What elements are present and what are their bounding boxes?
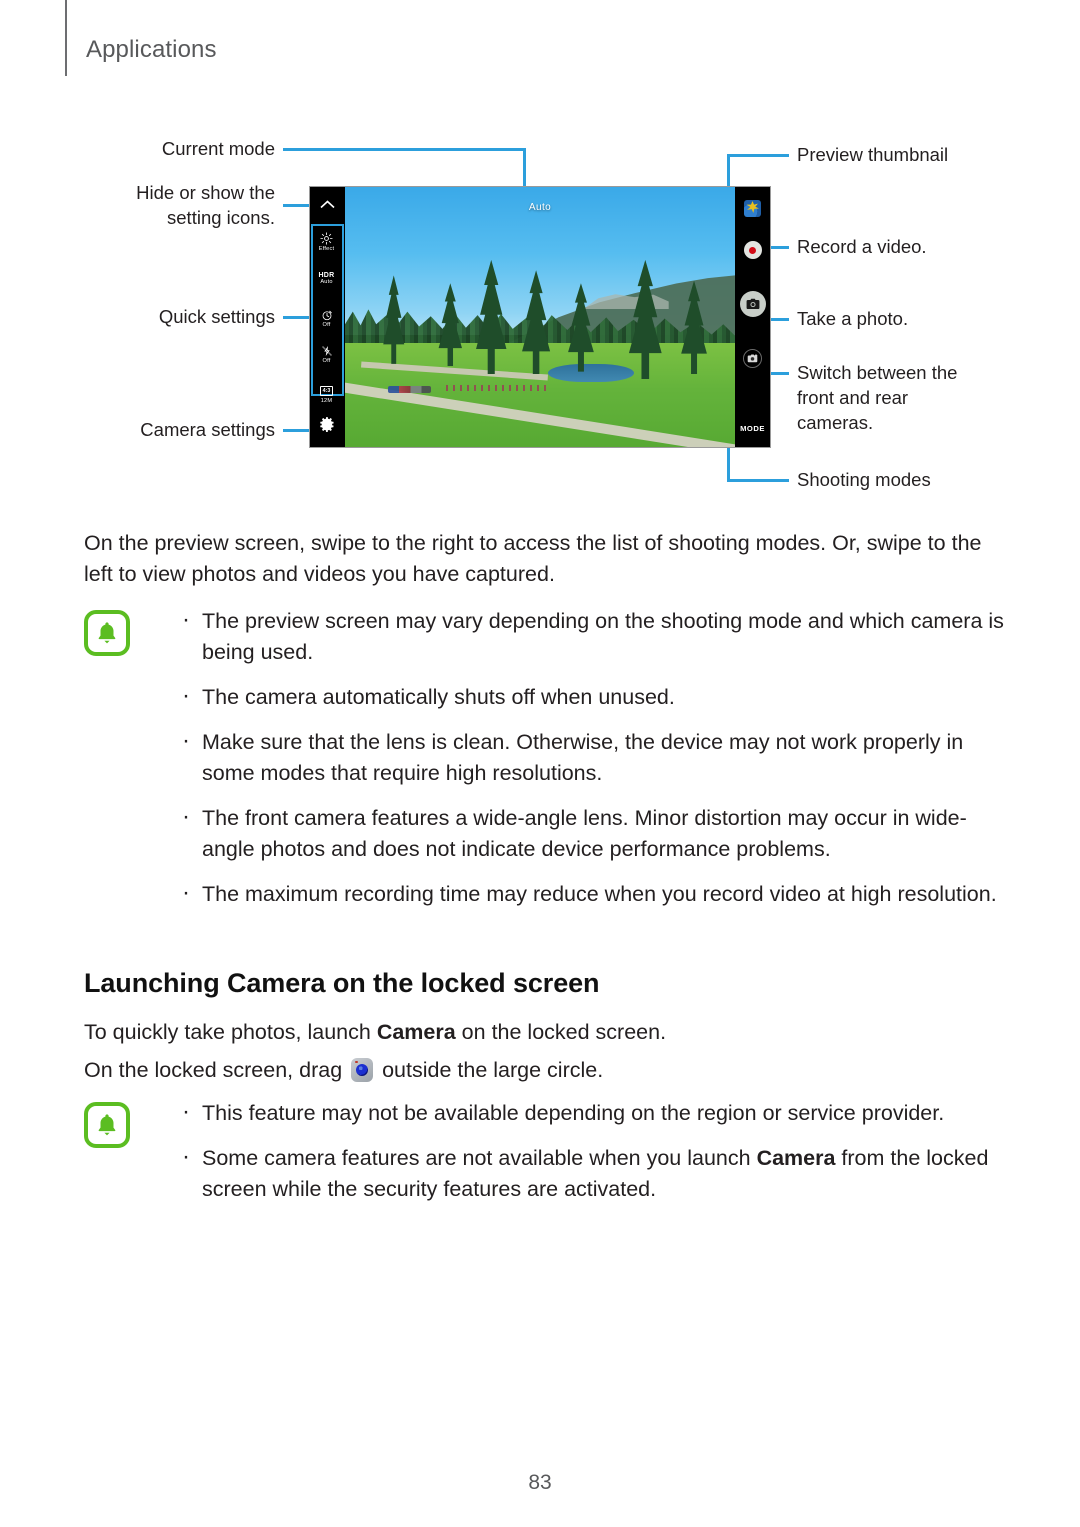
camera-controls-rail: MODE [735, 187, 770, 447]
label-camera-settings: Camera settings [140, 419, 275, 440]
note-one-item: The camera automatically shuts off when … [176, 680, 1014, 713]
note-one-list: The preview screen may vary depending on… [176, 604, 1014, 910]
record-video-button[interactable] [743, 241, 762, 259]
note-two-1-pre: Some camera features are not available w… [202, 1146, 757, 1170]
leader-modes-h [727, 479, 789, 482]
camera-settings-rail: Effect HDR Auto Off Off 4:3 12M [310, 187, 345, 447]
page-title: Applications [86, 36, 217, 63]
leader-camera-settings-h [283, 429, 313, 432]
label-shooting-modes: Shooting modes [797, 469, 931, 490]
pond [547, 363, 634, 382]
bell-icon [98, 622, 116, 644]
manual-page: Applications Current mode Hide or show t… [0, 0, 1080, 1527]
locked-screen-paragraph-1: To quickly take photos, launch Camera on… [84, 1017, 1004, 1048]
camera-viewfinder: Auto [345, 187, 735, 447]
note-two-0-pre: This feature may not be available depend… [202, 1101, 945, 1125]
header-rule [65, 0, 67, 76]
locked-2-pre: On the locked screen, drag [84, 1058, 349, 1082]
label-switch-cameras: Switch between the front and rear camera… [797, 362, 958, 433]
camera-settings-button[interactable] [310, 407, 345, 441]
quick-setting-hdr-value: Auto [320, 279, 333, 285]
label-take-a-photo: Take a photo. [797, 308, 909, 329]
camera-icon [746, 298, 759, 310]
note-icon-wrapper [84, 610, 130, 656]
note-icon-frame [84, 1102, 130, 1148]
current-mode-indicator: Auto [528, 202, 552, 213]
shooting-modes-button[interactable]: MODE [735, 424, 770, 433]
note-two-list: This feature may not be available depend… [176, 1096, 1014, 1205]
note-one-item: The preview screen may vary depending on… [176, 604, 1014, 668]
note-icon-wrapper [84, 1102, 130, 1148]
record-dot-icon [749, 246, 756, 254]
quick-setting-timer-value: Off [322, 322, 331, 328]
locked-1-post: on the locked screen. [455, 1020, 667, 1044]
chevron-up-icon [320, 199, 335, 208]
people-group [446, 384, 548, 391]
note-one-item: Make sure that the lens is clean. Otherw… [176, 725, 1014, 789]
section-heading: Launching Camera on the locked screen [84, 968, 600, 998]
label-current-mode: Current mode [161, 138, 275, 159]
note-one-item: The maximum recording time may reduce wh… [176, 877, 1014, 910]
quick-setting-effect-label: Effect [318, 246, 335, 252]
leader-quick-settings-h [283, 316, 313, 319]
locked-1-pre: To quickly take photos, launch [84, 1020, 377, 1044]
gear-icon [320, 416, 334, 432]
intro-paragraph: On the preview screen, swipe to the righ… [84, 531, 982, 586]
label-quick-settings: Quick settings [158, 306, 275, 327]
phone-camera-screen: Auto Effect HDR Auto Off Off 4:3 12M MOD… [310, 187, 770, 447]
toggle-setting-icons-button[interactable] [310, 187, 345, 221]
flash-off-icon [321, 346, 332, 356]
quick-setting-hdr[interactable]: HDR Auto [310, 272, 343, 286]
timer-icon [322, 310, 332, 321]
switch-camera-icon [747, 353, 758, 363]
quick-setting-flash[interactable]: Off [310, 345, 343, 365]
leader-hide-show-h [283, 204, 313, 207]
note-two-item: Some camera features are not available w… [176, 1141, 1014, 1205]
label-preview-thumbnail: Preview thumbnail [797, 144, 949, 165]
camera-screen-diagram: Current mode Hide or show the setting ic… [0, 118, 1080, 508]
locked-screen-paragraph-2: On the locked screen, drag outside the l… [84, 1055, 1004, 1086]
note-block-two: This feature may not be available depend… [84, 1096, 1014, 1205]
aspect-ratio-icon: 4:3 [319, 386, 334, 396]
quick-setting-timer[interactable]: Off [310, 309, 343, 329]
note-two-1-bold: Camera [756, 1146, 836, 1170]
quick-setting-resolution-value: 12M [320, 398, 333, 404]
leaf-thumbnail-icon [746, 201, 759, 213]
switch-camera-button[interactable] [743, 349, 762, 368]
label-hide-show-setting-icons: Hide or show the setting icons. [136, 182, 275, 228]
quick-setting-effect[interactable]: Effect [310, 232, 343, 253]
quick-setting-aspect-ratio[interactable]: 4:3 12M [310, 379, 343, 405]
quick-setting-hdr-label: HDR [318, 272, 335, 279]
locked-1-bold: Camera [376, 1020, 456, 1044]
quick-setting-flash-value: Off [322, 358, 331, 364]
camera-app-icon[interactable] [351, 1058, 374, 1082]
take-photo-button[interactable] [739, 291, 766, 317]
preview-thumbnail-button[interactable] [744, 200, 761, 217]
note-block-one: The preview screen may vary depending on… [84, 604, 1014, 910]
bell-icon [98, 1114, 116, 1136]
label-record-a-video: Record a video. [797, 236, 927, 257]
note-two-item: This feature may not be available depend… [176, 1096, 1014, 1129]
page-number: 83 [528, 1471, 552, 1494]
note-one-item: The front camera features a wide-angle l… [176, 801, 1014, 865]
parked-cars [387, 385, 431, 393]
leader-current-mode-h [283, 148, 526, 151]
note-icon-frame [84, 610, 130, 656]
locked-2-post: outside the large circle. [376, 1058, 604, 1082]
effect-icon [320, 232, 333, 245]
leader-thumb-h [729, 154, 789, 157]
